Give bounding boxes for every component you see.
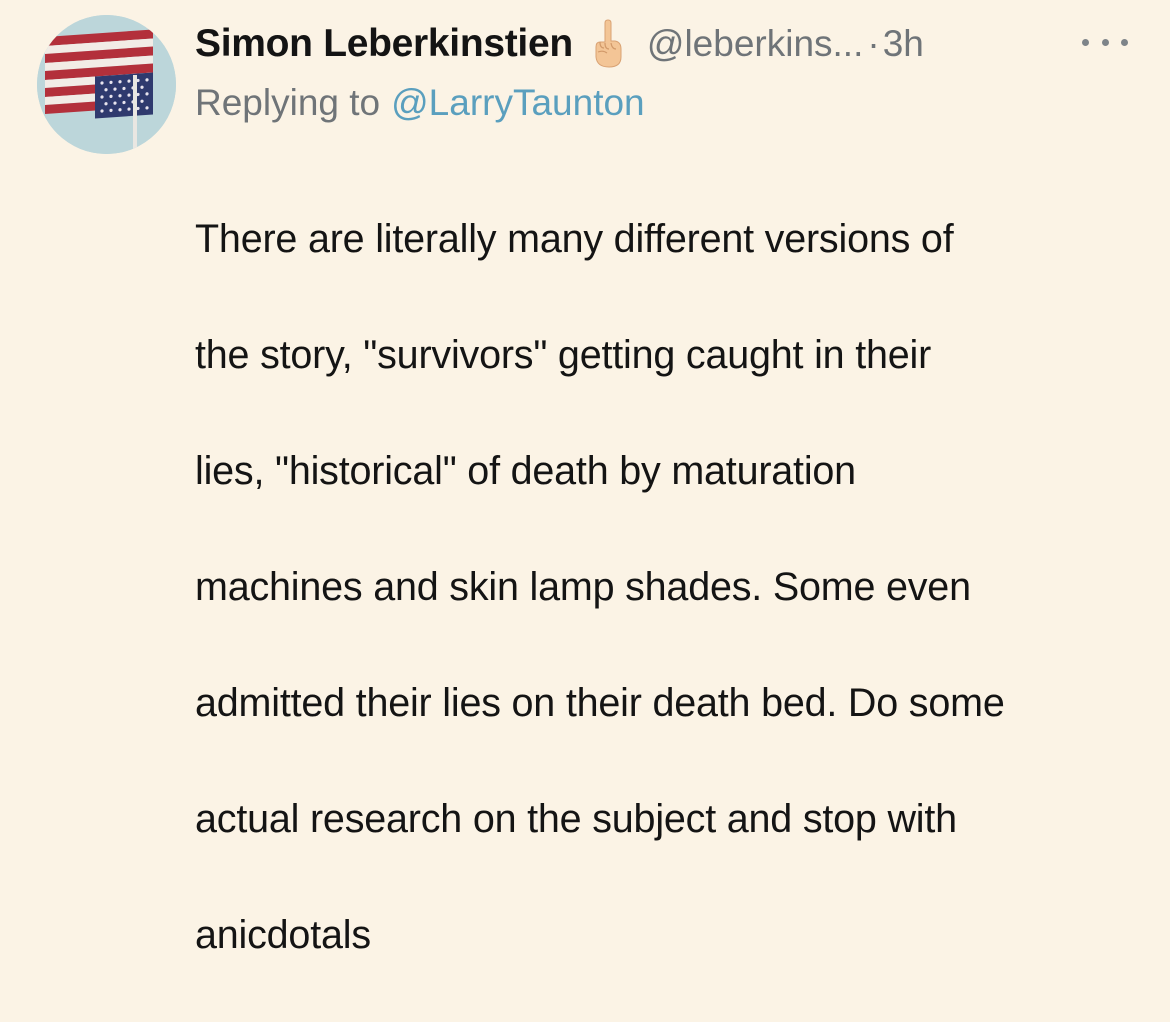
more-options-icon[interactable] xyxy=(1082,32,1128,52)
more-dot xyxy=(1121,38,1128,46)
tweet-header: Simon Leberkinstien @leberkins... · 3h xyxy=(195,14,1145,74)
tweet-text-line: anicdotals xyxy=(195,913,371,957)
tweet-text-line: the story, "survivors" getting caught in… xyxy=(195,333,932,377)
timestamp[interactable]: 3h xyxy=(883,23,924,65)
avatar[interactable] xyxy=(37,15,176,154)
tweet-text-line: machines and skin lamp shades. Some even xyxy=(195,565,971,609)
tweet-text-line: There are literally many different versi… xyxy=(195,217,954,261)
tweet-text-line: admitted their lies on their death bed. … xyxy=(195,681,1005,725)
upside-down-flag-icon xyxy=(37,15,176,154)
separator-dot: · xyxy=(867,23,880,64)
more-dot xyxy=(1101,38,1109,46)
author-display-name[interactable]: Simon Leberkinstien xyxy=(195,22,573,66)
replying-to-handle-link[interactable]: @LarryTaunton xyxy=(391,82,645,124)
tweet[interactable]: Simon Leberkinstien @leberkins... · 3h R… xyxy=(0,0,1170,957)
author-handle[interactable]: @leberkins... xyxy=(647,23,863,65)
tweet-text: There are literally many different versi… xyxy=(195,152,1155,1022)
tweet-text-line: actual research on the subject and stop … xyxy=(195,797,957,841)
replying-to-label: Replying to xyxy=(195,82,381,123)
more-dot xyxy=(1082,38,1089,46)
replying-to-line: Replying to @LarryTaunton xyxy=(195,78,645,128)
tweet-text-line: lies, "historical" of death by maturatio… xyxy=(195,449,856,493)
middle-finger-emoji-icon xyxy=(591,19,625,69)
